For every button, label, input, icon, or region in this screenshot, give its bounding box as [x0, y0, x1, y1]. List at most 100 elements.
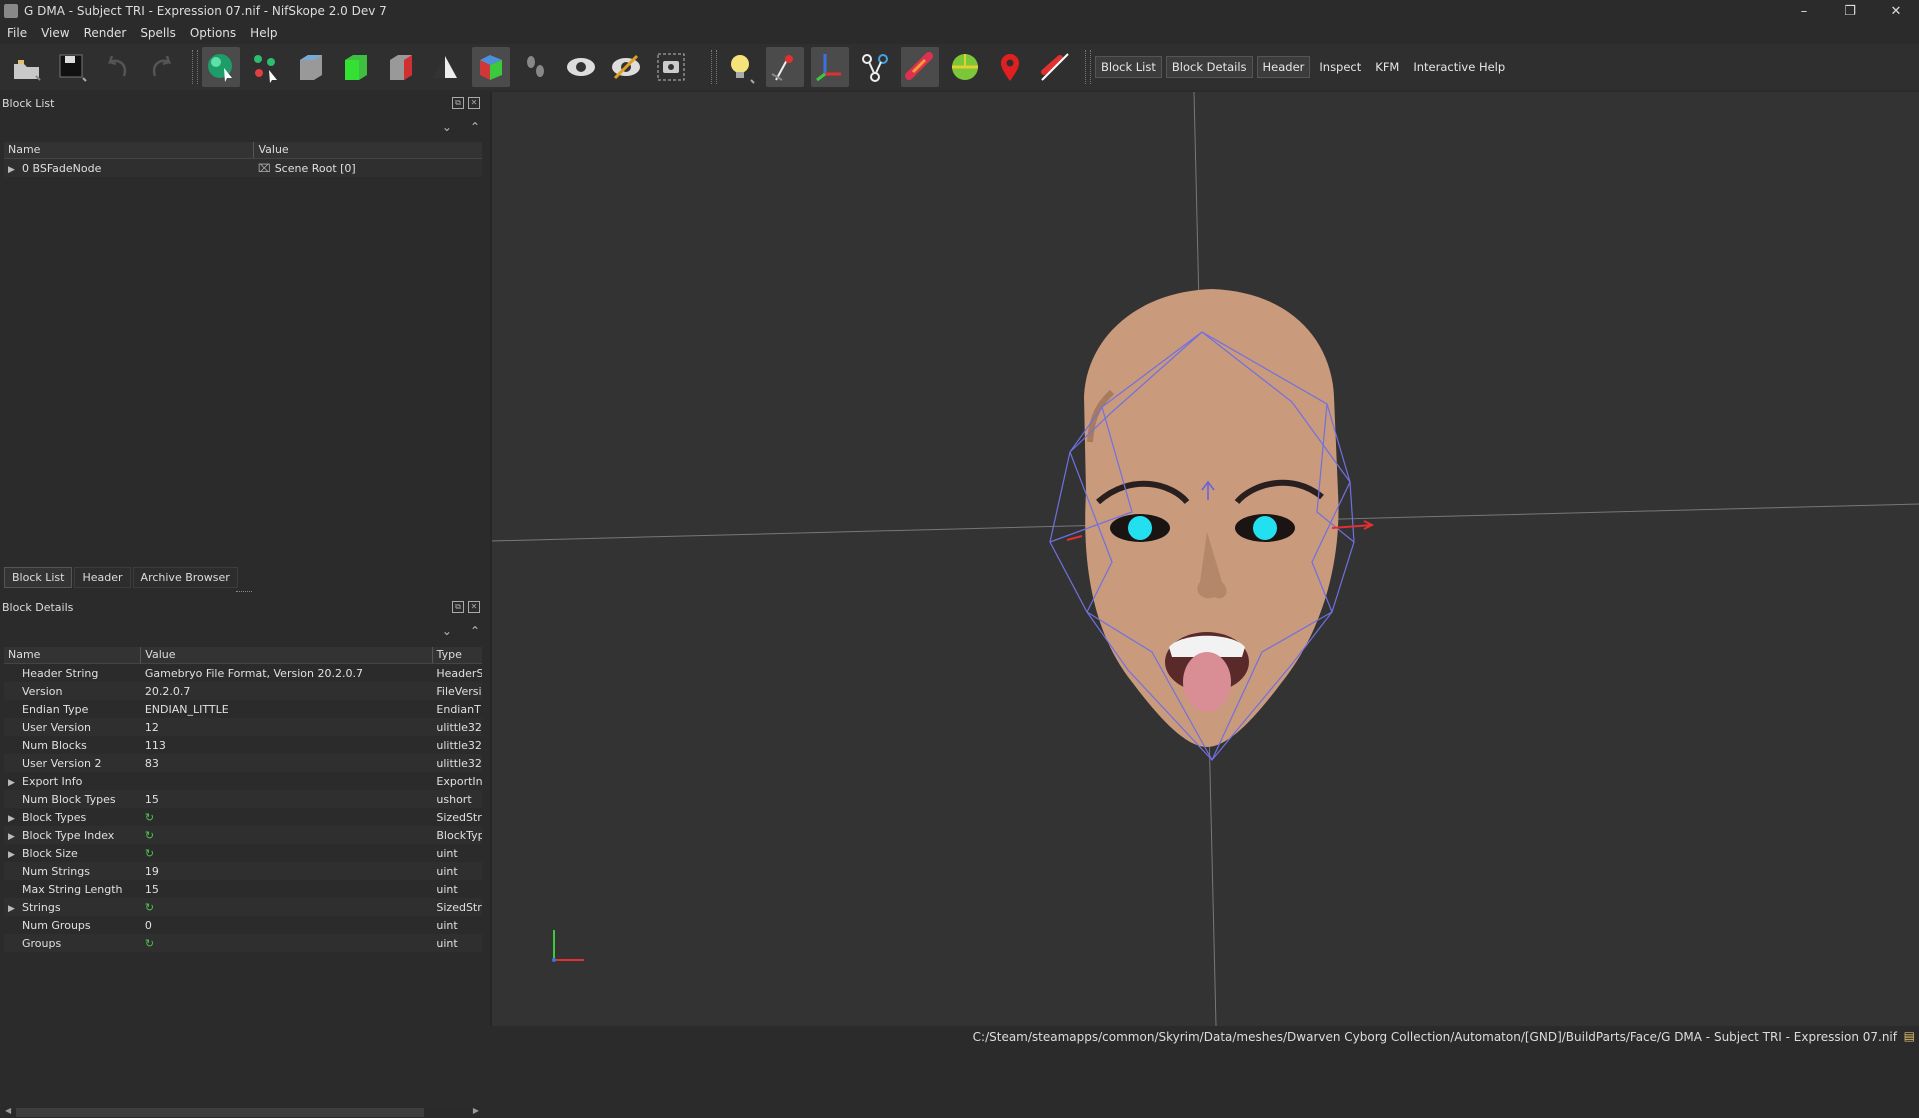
- table-row[interactable]: User Version 12 ulittle32: [4, 718, 482, 736]
- scroll-right-icon[interactable]: ▶: [473, 1106, 479, 1115]
- view-side-button[interactable]: [382, 47, 420, 87]
- menu-file[interactable]: File: [0, 26, 34, 40]
- collapse-all-icon[interactable]: ⌃: [470, 624, 480, 638]
- toolbar-grip[interactable]: [192, 50, 198, 84]
- toolbar-inspect-button[interactable]: Inspect: [1314, 57, 1366, 77]
- scroll-left-icon[interactable]: ◀: [5, 1106, 11, 1115]
- row-value[interactable]: 19: [141, 865, 433, 878]
- screenshot-button[interactable]: [652, 47, 690, 87]
- table-row[interactable]: Max String Length 15 uint: [4, 880, 482, 898]
- column-value[interactable]: Value: [254, 142, 482, 158]
- toolbar-header-button[interactable]: Header: [1256, 56, 1311, 78]
- view-walk-button[interactable]: [517, 47, 555, 87]
- close-icon[interactable]: ✕: [468, 601, 480, 613]
- pane-splitter-handle[interactable]: [236, 591, 252, 592]
- restore-button[interactable]: ❐: [1827, 0, 1873, 22]
- table-row[interactable]: Num Block Types 15 ushort: [4, 790, 482, 808]
- table-row[interactable]: User Version 2 83 ulittle32: [4, 754, 482, 772]
- float-icon[interactable]: ⧉: [452, 601, 464, 613]
- lighting-button[interactable]: [721, 47, 759, 87]
- row-value[interactable]: 113: [141, 739, 433, 752]
- view-top-button[interactable]: [292, 47, 330, 87]
- show-skeleton-button[interactable]: [856, 47, 894, 87]
- view-user-button[interactable]: [427, 47, 465, 87]
- expand-arrow-icon[interactable]: ▶: [8, 165, 22, 175]
- table-row[interactable]: Version 20.2.0.7 FileVersi: [4, 682, 482, 700]
- column-name[interactable]: Name: [4, 142, 255, 158]
- row-value[interactable]: 15: [141, 793, 433, 806]
- menu-spells[interactable]: Spells: [133, 26, 183, 40]
- block-list-tree[interactable]: Name Value ▶ 0 BSFadeNode ⌧ Scene Root [0]: [4, 142, 482, 177]
- show-nodes-button[interactable]: [607, 47, 645, 87]
- table-row[interactable]: Endian Type ENDIAN_LITTLE EndianT: [4, 700, 482, 718]
- expand-arrow-icon[interactable]: ▶: [8, 850, 22, 860]
- select-object-button[interactable]: [202, 47, 240, 87]
- expand-arrow-icon[interactable]: ▶: [8, 778, 22, 788]
- render-viewport[interactable]: [492, 92, 1919, 1026]
- table-row[interactable]: Num Blocks 113 ulittle32: [4, 736, 482, 754]
- horizontal-scrollbar[interactable]: ◀ ▶: [4, 1106, 480, 1118]
- textures-button[interactable]: [946, 47, 984, 87]
- expand-arrow-icon[interactable]: ▶: [8, 814, 22, 824]
- expand-all-icon[interactable]: ⌄: [442, 624, 452, 638]
- expand-all-icon[interactable]: ⌄: [442, 120, 452, 134]
- float-icon[interactable]: ⧉: [452, 97, 464, 109]
- table-row[interactable]: ▶ Block Types ↻ SizedStri: [4, 808, 482, 826]
- expand-arrow-icon[interactable]: ▶: [8, 904, 22, 914]
- toolbar-grip-2[interactable]: [711, 50, 717, 84]
- row-value[interactable]: ↻: [141, 829, 433, 842]
- row-value[interactable]: ↻: [141, 847, 433, 860]
- scrollbar-thumb[interactable]: [16, 1108, 424, 1117]
- tab-block-list[interactable]: Block List: [4, 567, 73, 588]
- toolbar-kfm-button[interactable]: KFM: [1370, 57, 1404, 77]
- row-value[interactable]: ENDIAN_LITTLE: [141, 703, 433, 716]
- redo-button[interactable]: [143, 47, 181, 87]
- block-details-tree[interactable]: Name Value Type Header String Gamebryo Fi…: [4, 647, 482, 952]
- save-button[interactable]: [53, 47, 91, 87]
- table-row[interactable]: ▶ Block Size ↻ uint: [4, 844, 482, 862]
- table-row[interactable]: Header String Gamebryo File Format, Versi…: [4, 664, 482, 682]
- table-row[interactable]: Num Groups 0 uint: [4, 916, 482, 934]
- row-value[interactable]: 12: [141, 721, 433, 734]
- row-value[interactable]: 0: [141, 919, 433, 932]
- tree-row[interactable]: ▶ 0 BSFadeNode ⌧ Scene Root [0]: [4, 159, 482, 177]
- table-row[interactable]: Num Strings 19 uint: [4, 862, 482, 880]
- minimize-button[interactable]: –: [1781, 0, 1827, 22]
- column-value[interactable]: Value: [141, 647, 433, 663]
- view-perspective-button[interactable]: [472, 47, 510, 87]
- table-row[interactable]: ▶ Export Info ExportIn: [4, 772, 482, 790]
- column-name[interactable]: Name: [4, 647, 142, 663]
- load-button[interactable]: [8, 47, 46, 87]
- select-vertex-button[interactable]: [247, 47, 285, 87]
- view-front-button[interactable]: [337, 47, 375, 87]
- toolbar-grip-3[interactable]: [1085, 50, 1091, 84]
- column-type[interactable]: Type: [433, 647, 482, 663]
- show-axes-button[interactable]: [766, 47, 804, 87]
- row-value[interactable]: 15: [141, 883, 433, 896]
- show-markers-button[interactable]: [991, 47, 1029, 87]
- close-icon[interactable]: ✕: [468, 97, 480, 109]
- toolbar-block-details-button[interactable]: Block Details: [1165, 56, 1253, 78]
- close-button[interactable]: ✕: [1873, 0, 1919, 22]
- row-value[interactable]: ↻: [141, 811, 433, 824]
- menu-options[interactable]: Options: [183, 26, 243, 40]
- table-row[interactable]: ▶ Block Type Index ↻ BlockTyp: [4, 826, 482, 844]
- table-row[interactable]: ▶ Strings ↻ SizedStri: [4, 898, 482, 916]
- row-value[interactable]: ↻: [141, 937, 433, 950]
- menu-render[interactable]: Render: [77, 26, 134, 40]
- toolbar-interactive-help-button[interactable]: Interactive Help: [1408, 57, 1510, 77]
- toolbar-block-list-button[interactable]: Block List: [1095, 56, 1162, 78]
- row-value[interactable]: 83: [141, 757, 433, 770]
- disable-shaders-button[interactable]: [1036, 47, 1074, 87]
- table-row[interactable]: Groups ↻ uint: [4, 934, 482, 952]
- tab-archive-browser[interactable]: Archive Browser: [132, 567, 238, 588]
- show-grid-button[interactable]: [811, 47, 849, 87]
- row-value[interactable]: ↻: [141, 901, 433, 914]
- menu-help[interactable]: Help: [243, 26, 284, 40]
- show-hidden-button[interactable]: [562, 47, 600, 87]
- expand-arrow-icon[interactable]: ▶: [8, 832, 22, 842]
- undo-button[interactable]: [98, 47, 136, 87]
- row-value[interactable]: Gamebryo File Format, Version 20.2.0.7: [141, 667, 433, 680]
- tab-header[interactable]: Header: [74, 567, 131, 588]
- head-model[interactable]: [1084, 289, 1339, 747]
